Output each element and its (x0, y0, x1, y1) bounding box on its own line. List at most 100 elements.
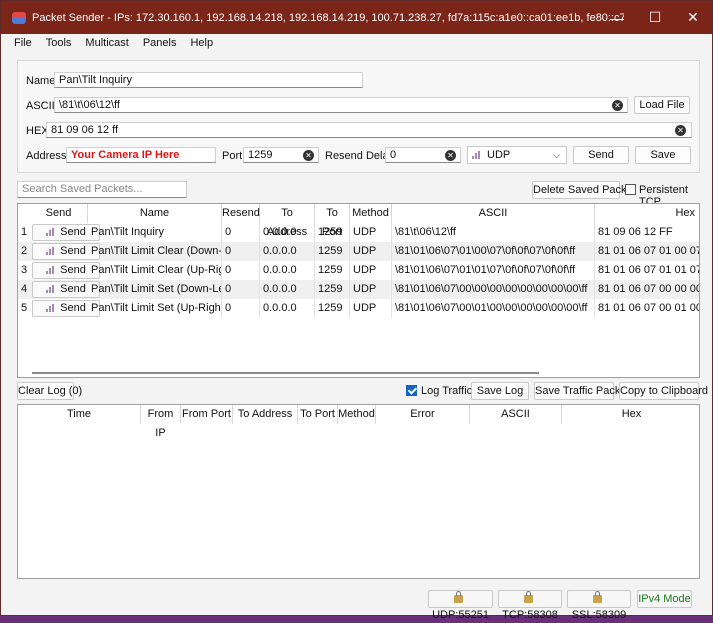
resend-delay-clear-icon[interactable]: ✕ (445, 150, 456, 161)
menu-file[interactable]: File (1, 37, 39, 49)
row-number: 2 (20, 245, 28, 257)
save-log-button[interactable]: Save Log (471, 382, 529, 400)
row-hex: 81 01 06 07 01 00 07 0f 0 (598, 245, 699, 257)
hex-input[interactable]: 81 09 06 12 ff (46, 122, 692, 138)
row-ascii: \81\01\06\07\01\01\07\0f\0f\07\0f\0f\ff (392, 261, 595, 280)
hex-clear-icon[interactable]: ✕ (675, 125, 686, 136)
packet-form-panel: Name Pan\Tilt Inquiry ASCII \81\t\06\12\… (17, 60, 700, 173)
menu-tools[interactable]: Tools (39, 37, 79, 49)
method-select[interactable]: UDP ⌵ (467, 146, 567, 164)
packet-sender-window: Packet Sender - IPs: 172.30.160.1, 192.1… (0, 0, 713, 621)
delete-saved-packet-button[interactable]: Delete Saved Packet (532, 181, 636, 199)
table-row[interactable]: 1 Send Pan\Tilt Inquiry 0 0.0.0.0 1259 U… (18, 223, 699, 242)
ascii-input[interactable]: \81\t\06\12\ff (54, 97, 628, 113)
maximize-icon: ☐ (648, 9, 662, 25)
col-hex[interactable]: Hex (595, 204, 699, 223)
udp-port-status[interactable]: UDP:55251 (428, 590, 493, 621)
send-icon (46, 228, 56, 236)
table-row[interactable]: 2 Send Pan\Tilt Limit Clear (Down-Left) … (18, 242, 699, 261)
row-method: UDP (350, 261, 392, 280)
col-method[interactable]: Method (338, 405, 376, 424)
saved-packets-table: Send Name Resend To Address To Port Meth… (17, 203, 700, 378)
col-to-address[interactable]: To Address (233, 405, 298, 424)
col-ascii[interactable]: ASCII (470, 405, 562, 424)
save-traffic-packet-button[interactable]: Save Traffic Packet (534, 382, 630, 400)
ipv4-mode-status[interactable]: IPv4 Mode (637, 590, 692, 608)
method-select-value: UDP (487, 149, 511, 161)
col-to-port[interactable]: To Port (298, 405, 338, 424)
row-hex: 81 09 06 12 FF (598, 226, 673, 238)
row-hex: 81 01 06 07 00 01 00 00 0 (598, 302, 699, 314)
ssl-port-status[interactable]: SSL:58309 (567, 590, 631, 621)
row-to-address: 0.0.0.0 (260, 223, 315, 242)
row-ascii: \81\t\06\12\ff (392, 223, 595, 242)
row-ascii: \81\01\06\07\00\01\00\00\00\00\00\00\ff (392, 299, 595, 318)
lock-icon (454, 591, 463, 603)
title-bar[interactable]: Packet Sender - IPs: 172.30.160.1, 192.1… (1, 1, 712, 34)
address-input[interactable]: Your Camera IP Here (66, 147, 216, 163)
col-from-port[interactable]: From Port (181, 405, 233, 424)
col-resend[interactable]: Resend (222, 204, 260, 223)
close-icon: ✕ (687, 9, 699, 25)
minimize-button[interactable]: — (598, 1, 636, 34)
log-traffic-checkbox[interactable] (406, 385, 417, 396)
row-method: UDP (350, 242, 392, 261)
row-resend: 0 (222, 223, 260, 242)
log-traffic-label: Log Traffic (421, 385, 473, 397)
row-number: 1 (20, 226, 28, 238)
col-name[interactable]: Name (88, 204, 222, 223)
packet-sender-app-icon (12, 11, 26, 24)
row-hex: 81 01 06 07 00 00 00 00 0 (598, 283, 699, 295)
persistent-tcp-checkbox[interactable] (625, 184, 636, 195)
maximize-button[interactable]: ☐ (636, 1, 674, 34)
col-to-port[interactable]: To Port (315, 204, 350, 238)
search-saved-packets-input[interactable]: Search Saved Packets... (17, 181, 187, 198)
menu-multicast[interactable]: Multicast (78, 37, 135, 49)
row-method: UDP (350, 223, 392, 242)
send-icon (46, 304, 56, 312)
row-to-port: 1259 (315, 299, 350, 318)
clear-log-button[interactable]: Clear Log (0) (17, 382, 82, 400)
row-name: Pan\Tilt Limit Clear (Up-Right) (88, 261, 222, 280)
row-name: Pan\Tilt Limit Clear (Down-Left) (88, 242, 222, 261)
menu-help[interactable]: Help (183, 37, 220, 49)
table-row[interactable]: 4 Send Pan\Tilt Limit Set (Down-Left) 0 … (18, 280, 699, 299)
col-error[interactable]: Error (376, 405, 470, 424)
row-ascii: \81\01\06\07\01\00\07\0f\0f\07\0f\0f\ff (392, 242, 595, 261)
chevron-down-icon: ⌵ (553, 150, 560, 160)
window-title: Packet Sender - IPs: 172.30.160.1, 192.1… (32, 11, 624, 24)
tcp-port-status[interactable]: TCP:58308 (498, 590, 562, 621)
col-method[interactable]: Method (350, 204, 392, 223)
ascii-clear-icon[interactable]: ✕ (612, 100, 623, 111)
close-button[interactable]: ✕ (674, 1, 712, 34)
resend-delay-label: Resend Delay (325, 150, 395, 162)
col-ascii[interactable]: ASCII (392, 204, 595, 223)
horizontal-scrollbar[interactable] (32, 372, 539, 374)
col-from-ip[interactable]: From IP (141, 405, 181, 439)
col-to-address[interactable]: To Address (260, 204, 315, 238)
menu-bar: File Tools Multicast Panels Help (1, 34, 712, 52)
col-send[interactable]: Send (30, 204, 88, 223)
table-row[interactable]: 5 Send Pan\Tilt Limit Set (Up-Right) 0 0… (18, 299, 699, 318)
save-button[interactable]: Save (635, 146, 691, 164)
menu-panels[interactable]: Panels (136, 37, 184, 49)
row-method: UDP (350, 299, 392, 318)
row-resend: 0 (222, 299, 260, 318)
row-to-port: 1259 (315, 223, 350, 242)
ssl-port-label: SSL:58309 (571, 609, 627, 621)
row-to-address: 0.0.0.0 (260, 299, 315, 318)
row-to-port: 1259 (315, 280, 350, 299)
send-button[interactable]: Send (573, 146, 629, 164)
name-input[interactable]: Pan\Tilt Inquiry (54, 72, 363, 88)
load-file-button[interactable]: Load File (634, 96, 690, 114)
port-label: Port (222, 150, 243, 162)
col-time[interactable]: Time (18, 405, 141, 424)
table-row[interactable]: 3 Send Pan\Tilt Limit Clear (Up-Right) 0… (18, 261, 699, 280)
row-number: 3 (20, 264, 28, 276)
port-clear-icon[interactable]: ✕ (303, 150, 314, 161)
row-name: Pan\Tilt Limit Set (Down-Left) (88, 280, 222, 299)
col-hex[interactable]: Hex (562, 405, 699, 424)
copy-to-clipboard-button[interactable]: Copy to Clipboard (619, 382, 708, 400)
send-icon (46, 266, 56, 274)
row-ascii: \81\01\06\07\00\00\00\00\00\00\00\00\ff (392, 280, 595, 299)
